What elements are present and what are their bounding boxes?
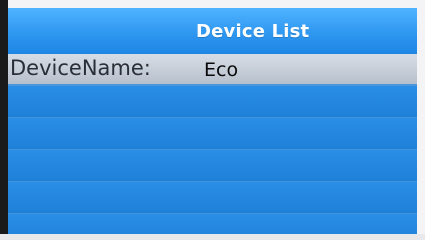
device-list-item[interactable] [8, 118, 417, 150]
device-name-value: Eco [204, 59, 239, 81]
device-name-label: DeviceName: [10, 56, 151, 80]
device-list-item[interactable] [8, 214, 417, 234]
device-list-item[interactable] [8, 150, 417, 182]
device-list-item[interactable] [8, 182, 417, 214]
device-list-item[interactable] [8, 86, 417, 118]
screen-bezel [0, 234, 425, 240]
device-screen: Device List DeviceName: Eco [8, 8, 417, 234]
page-title: Device List [196, 21, 310, 42]
device-list-item[interactable]: DeviceName: Eco [8, 54, 417, 86]
title-bar: Device List [8, 8, 417, 54]
device-list: DeviceName: Eco [8, 54, 417, 234]
screen-left-edge [0, 0, 8, 240]
